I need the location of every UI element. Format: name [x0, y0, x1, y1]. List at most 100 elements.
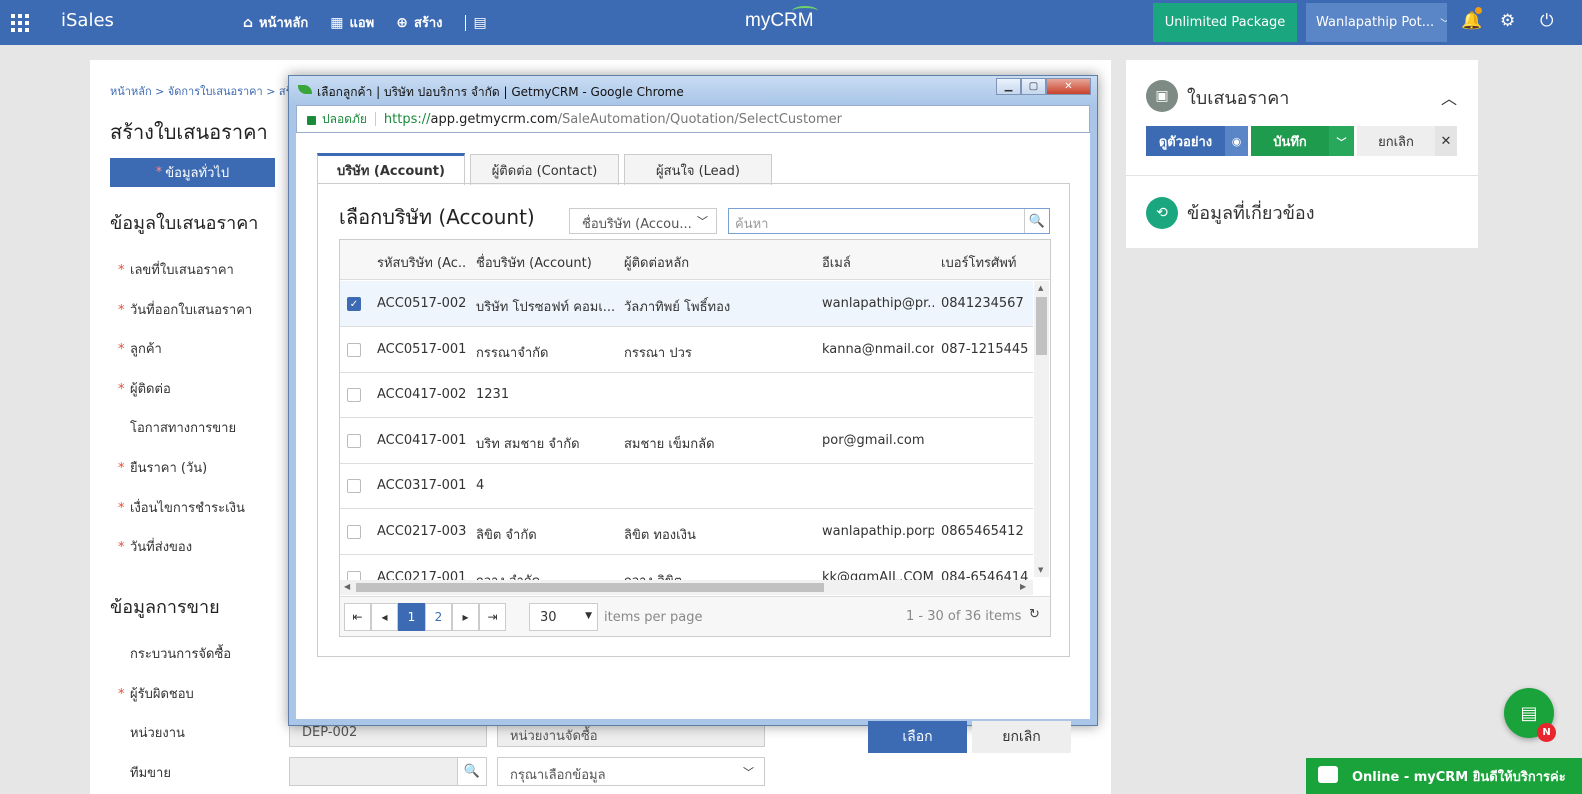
tab-contact[interactable]: ผู้ติดต่อ (Contact) [470, 154, 619, 185]
cell-code: ACC0417-001 [377, 432, 467, 448]
grid-header: รหัสบริษัท (Ac... ชื่อบริษัท (Account) ผ… [340, 240, 1050, 280]
cell-code: ACC0517-002 [377, 296, 467, 311]
nav-calendar[interactable]: ▤ [474, 15, 487, 31]
last-page-icon[interactable]: ⇥ [479, 603, 506, 631]
prev-page-icon[interactable]: ◂ [371, 603, 398, 631]
maximize-icon[interactable]: ▢ [1021, 78, 1046, 95]
package-button[interactable]: Unlimited Package [1153, 3, 1297, 42]
save-button[interactable]: บันทึก [1251, 126, 1329, 156]
table-row[interactable]: ACC0217-003 ลิขิต จำกัด ลิขิต ทองเงิน wanla… [340, 509, 1033, 555]
power-icon[interactable]: ⏻ [1540, 11, 1553, 31]
column-code[interactable]: รหัสบริษัท (Ac... [377, 252, 465, 273]
column-contact[interactable]: ผู้ติดต่อหลัก [624, 252, 774, 273]
action-panel: ▣ ใบเสนอราคา ︿ ดูตัวอย่าง ◉ บันทึก ﹀ ยกเ… [1126, 60, 1478, 248]
scroll-down-icon[interactable]: ▼ [1038, 566, 1043, 574]
field-label: * วันที่ส่งของ [118, 540, 193, 556]
refresh-icon[interactable]: ↻ [1029, 607, 1040, 622]
cell-name: ลิขิต จำกัด [476, 528, 537, 543]
cell-code: ACC0317-001 [377, 478, 467, 494]
url-host: app.getmycrm.com [430, 111, 558, 127]
section-quote-title: ข้อมูลใบเสนอราคา [110, 213, 259, 234]
nav-home[interactable]: ⌂ หน้าหลัก [243, 12, 308, 33]
team-select[interactable]: กรุณาเลือกข้อมูล ﹀ [497, 757, 765, 786]
row-checkbox[interactable] [347, 479, 361, 494]
bell-icon[interactable]: 🔔 [1461, 11, 1482, 31]
nav-apps[interactable]: ▦ แอพ [330, 12, 374, 33]
select-customer-window: เลือกลูกค้า | บริษัท ปอบริการ จำกัด | Ge… [288, 75, 1098, 753]
select-button[interactable]: เลือก [868, 721, 967, 753]
row-checkbox[interactable] [347, 388, 361, 403]
row-checkbox[interactable]: ✓ [347, 297, 361, 311]
table-row[interactable]: ACC0417-002 1231 [340, 372, 1033, 419]
column-name[interactable]: ชื่อบริษัท (Account) [476, 252, 616, 273]
address-bar[interactable]: ปลอดภัย https://app.getmycrm.com/SaleAut… [296, 105, 1090, 133]
cell-email: por@gmail.com [822, 432, 925, 448]
account-grid: รหัสบริษัท (Ac... ชื่อบริษัท (Account) ผ… [339, 239, 1051, 637]
nav-create[interactable]: ⊕ สร้าง [396, 12, 442, 33]
column-email[interactable]: อีเมล์ [822, 252, 932, 273]
sales-team-lookup[interactable]: 🔍 [289, 757, 487, 786]
tab-account[interactable]: บริษัท (Account) [317, 153, 465, 185]
preview-button[interactable]: ดูตัวอย่าง [1146, 126, 1225, 156]
minimize-icon[interactable]: ▁ [996, 78, 1021, 95]
popup-cancel-button[interactable]: ยกเลิก [972, 721, 1071, 753]
gear-icon[interactable]: ⚙ [1500, 11, 1515, 31]
chat-bar-label: Online - myCRM ยินดีให้บริการค่ะ [1352, 769, 1566, 785]
user-menu[interactable]: Wanlapathip Pot... ﹀ [1306, 3, 1447, 42]
vertical-scrollbar[interactable]: ▲ ▼ [1034, 281, 1049, 577]
cancel-button[interactable]: ยกเลิก [1357, 126, 1435, 156]
link-icon: ⟲ [1146, 197, 1178, 229]
page-title: สร้างใบเสนอราคา [110, 120, 268, 144]
scroll-right-icon[interactable]: ▶ [1020, 582, 1026, 591]
tab-lead[interactable]: ผู้สนใจ (Lead) [624, 154, 772, 185]
field-label: * ผู้ติดต่อ [118, 381, 171, 397]
brand-name[interactable]: iSales [61, 10, 114, 31]
tab-general[interactable]: * ข้อมูลทั่วไป [110, 158, 275, 187]
table-row[interactable]: ACC0517-001 กรรณาจำกัด กรรณา ปวร kanna@nmai… [340, 327, 1033, 373]
search-icon[interactable]: 🔍 [457, 758, 486, 785]
scroll-up-icon[interactable]: ▲ [1038, 284, 1043, 292]
filter-field-select[interactable]: ชื่อบริษัท (Accou... ﹀ [569, 208, 717, 234]
chat-badge: N [1537, 723, 1556, 742]
chat-bar[interactable]: Online - myCRM ยินดีให้บริการค่ะ [1306, 758, 1582, 794]
home-icon: ⌂ [243, 14, 254, 31]
row-checkbox[interactable] [347, 525, 361, 539]
search-icon[interactable]: 🔍 [1024, 209, 1049, 233]
window-close-icon[interactable]: ✕ [1046, 78, 1091, 95]
cell-phone: 087-1215445 [941, 341, 1029, 357]
row-checkbox[interactable] [347, 342, 361, 357]
page-2[interactable]: 2 [425, 603, 452, 631]
popup-content: บริษัท (Account) ผู้ติดต่อ (Contact) ผู้… [296, 133, 1090, 753]
cell-name: บริษัท โปรซอฟท์ คอมเ... [476, 300, 614, 315]
account-tab-panel: เลือกบริษัท (Account) ชื่อบริษัท (Accou.… [317, 183, 1070, 657]
table-row[interactable]: ✓ ACC0517-002 บริษัท โปรซอฟท์ คอมเ... วัลภา… [340, 281, 1033, 327]
next-page-icon[interactable]: ▸ [452, 603, 479, 631]
app-grid-icon[interactable] [11, 14, 29, 32]
cell-contact: กรรณา ปวร [624, 345, 692, 361]
cell-email: wanlapathip.porp... [822, 524, 934, 539]
window-titlebar[interactable]: เลือกลูกค้า | บริษัท ปอบริการ จำกัด | Ge… [289, 76, 1097, 104]
first-page-icon[interactable]: ⇤ [344, 603, 371, 631]
chevron-down-icon: ﹀ [1440, 15, 1447, 30]
close-icon[interactable]: ✕ [1435, 126, 1457, 156]
per-page-select[interactable]: 30 ▼ [529, 603, 598, 631]
table-row[interactable]: ACC0317-001 4 [340, 463, 1033, 510]
horizontal-scrollbar[interactable]: ◀ ▶ [340, 580, 1033, 595]
scroll-left-icon[interactable]: ◀ [344, 582, 350, 591]
cell-email: wanlapathip@pr... [822, 296, 934, 311]
related-title[interactable]: ข้อมูลที่เกี่ยวข้อง [1187, 198, 1315, 227]
cell-code: ACC0417-002 [377, 387, 467, 403]
chevron-up-icon[interactable]: ︿ [1441, 85, 1457, 109]
eye-icon[interactable]: ◉ [1225, 126, 1248, 156]
table-row[interactable]: ACC0417-001 บริท สมชาย จำกัด สมชาย เข็มกลั… [340, 418, 1033, 464]
field-label: โอกาสทางการขาย [130, 421, 237, 437]
save-dropdown-icon[interactable]: ﹀ [1329, 126, 1354, 156]
page-1[interactable]: 1 [398, 603, 425, 631]
search-input[interactable]: ค้นหา 🔍 [728, 208, 1050, 234]
row-checkbox[interactable] [347, 433, 361, 448]
cell-code: ACC0217-003 [377, 524, 467, 539]
field-label: * ผู้รับผิดชอบ [118, 686, 194, 702]
field-label: หน่วยงาน [130, 726, 185, 742]
column-phone[interactable]: เบอร์โทรศัพท์ [941, 252, 1031, 273]
per-page-label: items per page [604, 610, 703, 625]
